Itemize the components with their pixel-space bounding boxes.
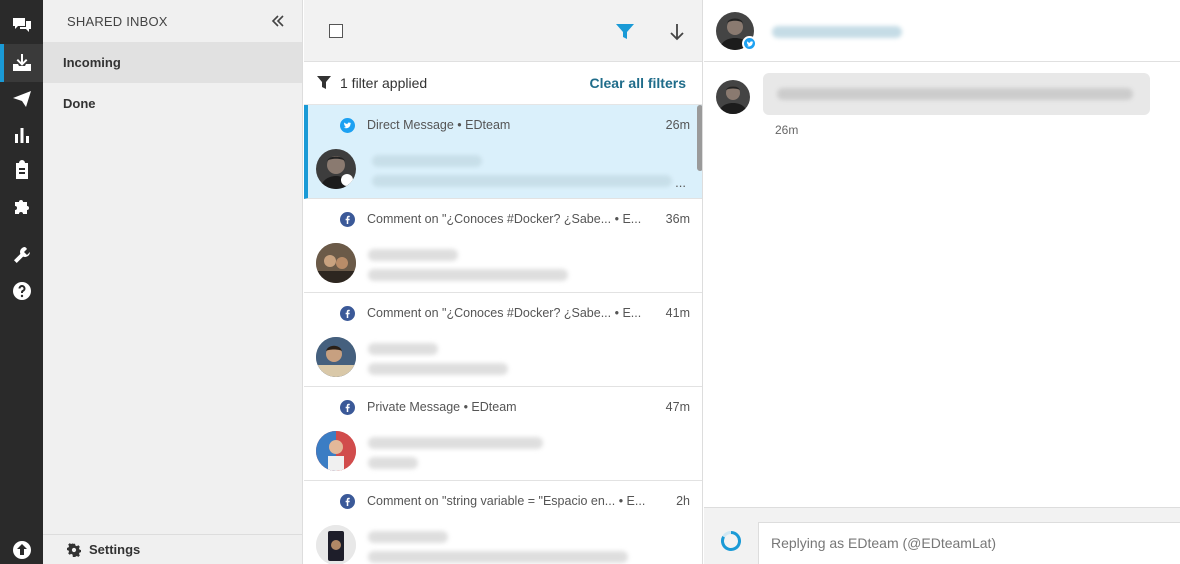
avatar xyxy=(316,525,356,564)
avatar xyxy=(316,243,356,283)
list-scrollbar[interactable] xyxy=(697,105,702,171)
bar-chart-icon xyxy=(14,128,29,143)
conversation-panel: 26m Replying as EDteam (@EDteamLat) xyxy=(704,0,1180,564)
redacted-sender-name xyxy=(368,249,458,261)
loading-spinner-icon xyxy=(721,531,741,551)
redacted-sender-name xyxy=(368,343,438,355)
avatar xyxy=(316,149,356,189)
collapse-sidebar-button[interactable] xyxy=(268,11,288,31)
message-list-panel: 1 filter applied Clear all filters Direc… xyxy=(304,0,703,564)
message-time: 2h xyxy=(676,494,690,508)
reply-bar: Replying as EDteam (@EDteamLat) xyxy=(704,507,1180,564)
message-meta: Comment on "¿Conoces #Docker? ¿Sabe... •… xyxy=(367,306,642,320)
facebook-icon xyxy=(340,306,355,321)
inbox-nav[interactable] xyxy=(0,44,43,82)
conversations-nav[interactable] xyxy=(0,6,43,44)
message-item[interactable]: Comment on "¿Conoces #Docker? ¿Sabe... •… xyxy=(304,293,702,387)
message-meta: Private Message • EDteam xyxy=(367,400,517,414)
app-rail xyxy=(0,0,43,564)
redacted-contact-name xyxy=(772,26,902,38)
sidebar-header: SHARED INBOX xyxy=(43,0,302,42)
facebook-icon xyxy=(340,494,355,509)
redacted-sender-name xyxy=(368,437,543,449)
settings-label: Settings xyxy=(89,542,141,557)
message-time: 26m xyxy=(665,118,690,132)
sidebar-item-label: Done xyxy=(63,96,96,111)
twitter-icon xyxy=(340,118,355,133)
reply-input[interactable]: Replying as EDteam (@EDteamLat) xyxy=(758,522,1180,564)
twitter-icon xyxy=(742,36,757,51)
assignments-nav[interactable] xyxy=(0,151,43,189)
apps-nav[interactable] xyxy=(0,187,43,225)
message-meta: Comment on "¿Conoces #Docker? ¿Sabe... •… xyxy=(367,212,642,226)
facebook-icon xyxy=(340,212,355,227)
sidebar-item-incoming[interactable]: Incoming xyxy=(43,42,302,83)
redacted-sender-name xyxy=(372,155,482,167)
select-all-checkbox[interactable] xyxy=(329,24,343,38)
redacted-message-preview xyxy=(368,551,628,563)
tools-nav[interactable] xyxy=(0,236,43,274)
publish-nav[interactable] xyxy=(0,80,43,118)
message-item[interactable]: Comment on "¿Conoces #Docker? ¿Sabe... •… xyxy=(304,199,702,293)
message-timestamp: 26m xyxy=(775,123,799,137)
sidebar-title: SHARED INBOX xyxy=(67,13,168,29)
message-item[interactable]: Direct Message • EDteam 26m ... xyxy=(304,105,702,199)
message-meta: Direct Message • EDteam xyxy=(367,118,511,132)
paper-plane-icon xyxy=(12,91,31,107)
settings-link[interactable]: Settings xyxy=(43,534,302,564)
message-time: 36m xyxy=(665,212,690,226)
analytics-nav[interactable] xyxy=(0,116,43,154)
redacted-message-preview xyxy=(368,269,568,281)
avatar xyxy=(316,337,356,377)
avatar xyxy=(316,431,356,471)
clipboard-icon xyxy=(15,160,28,179)
gear-icon xyxy=(67,542,81,557)
inbox-sidebar: SHARED INBOX Incoming Done Settings xyxy=(43,0,303,564)
help-circle-icon xyxy=(12,282,31,300)
list-toolbar xyxy=(304,0,702,62)
sidebar-item-label: Incoming xyxy=(63,55,121,70)
sidebar-item-done[interactable]: Done xyxy=(43,83,302,124)
redacted-message-text xyxy=(777,88,1133,100)
inbox-tray-icon xyxy=(12,54,31,71)
message-item[interactable]: Comment on "string variable = "Espacio e… xyxy=(304,481,702,564)
double-chevron-left-icon xyxy=(271,15,284,27)
filter-status-bar: 1 filter applied Clear all filters xyxy=(304,62,702,105)
puzzle-piece-icon xyxy=(14,200,29,214)
message-time: 41m xyxy=(665,306,690,320)
chat-bubbles-icon xyxy=(12,18,31,32)
upgrade-nav[interactable] xyxy=(0,536,43,564)
message-item[interactable]: Private Message • EDteam 47m xyxy=(304,387,702,481)
message-meta: Comment on "string variable = "Espacio e… xyxy=(367,494,646,508)
filter-button[interactable] xyxy=(614,21,636,43)
sort-button[interactable] xyxy=(666,21,688,43)
redacted-message-preview xyxy=(368,457,418,469)
arrow-up-circle-icon xyxy=(12,541,31,559)
wrench-icon xyxy=(13,247,30,263)
filter-funnel-icon xyxy=(317,76,331,89)
facebook-icon xyxy=(340,400,355,415)
conversation-header xyxy=(704,0,1180,62)
redacted-message-preview xyxy=(368,363,508,375)
clear-all-filters-link[interactable]: Clear all filters xyxy=(590,75,687,91)
arrow-down-icon xyxy=(670,24,684,41)
avatar xyxy=(716,80,750,114)
filter-funnel-icon xyxy=(616,24,634,39)
filter-count-text: 1 filter applied xyxy=(340,75,428,91)
message-bubble xyxy=(763,73,1150,115)
preview-ellipsis: ... xyxy=(675,175,686,190)
message-time: 47m xyxy=(665,400,690,414)
help-nav[interactable] xyxy=(0,272,43,310)
redacted-sender-name xyxy=(368,531,448,543)
redacted-message-preview xyxy=(372,175,672,187)
